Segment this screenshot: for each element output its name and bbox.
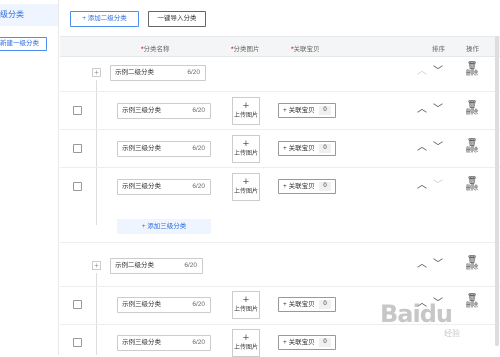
move-down-icon[interactable]: ﹀ xyxy=(432,105,444,115)
plus-icon: + xyxy=(242,176,250,188)
move-up-icon[interactable]: ︿ xyxy=(416,143,428,153)
divider xyxy=(60,242,500,243)
row-checkbox[interactable] xyxy=(73,144,82,153)
new-level1-category-button[interactable]: 新建一级分类 xyxy=(0,37,47,51)
category-name-input[interactable]: 示例三级分类 6/20 xyxy=(117,141,211,157)
baidu-watermark: Baidu 经验 xyxy=(380,300,460,338)
table-header: *分类名称 *分类图片 *关联宝贝 排序 操作 xyxy=(60,36,500,57)
add-level3-category-button[interactable]: + 添加三级分类 xyxy=(117,219,211,234)
sidebar: 级分类 新建一级分类 xyxy=(0,0,59,355)
move-down-icon[interactable]: ﹀ xyxy=(432,143,444,153)
linked-count-badge: 0 xyxy=(319,338,331,347)
header-sort: 排序 xyxy=(432,46,445,53)
delete-button[interactable]: 🗑 删除 xyxy=(464,138,480,155)
header-image: *分类图片 xyxy=(231,46,260,53)
delete-button[interactable]: 🗑 删除 xyxy=(464,255,480,272)
trash-icon: 🗑 xyxy=(466,100,478,109)
upload-image-button[interactable]: + 上传图片 xyxy=(232,291,260,319)
trash-icon: 🗑 xyxy=(466,255,478,264)
trash-icon: 🗑 xyxy=(466,138,478,147)
move-up-icon[interactable]: ︿ xyxy=(416,105,428,115)
category-name-input[interactable]: 示例三级分类 6/20 xyxy=(117,179,211,195)
link-items-button[interactable]: + 关联宝贝 0 xyxy=(278,103,336,118)
category-name-input[interactable]: 示例三级分类 6/20 xyxy=(117,297,211,313)
sidebar-item-level1-category[interactable]: 级分类 xyxy=(0,4,58,26)
upload-image-button[interactable]: + 上传图片 xyxy=(232,97,260,125)
expand-icon[interactable]: + xyxy=(92,261,101,270)
header-action: 操作 xyxy=(466,46,479,53)
plus-icon: + xyxy=(242,138,250,150)
move-up-icon[interactable]: ︿ xyxy=(416,260,428,270)
move-up-icon[interactable]: ︿ xyxy=(416,67,428,77)
table-row: + 示例二级分类 6/20 ︿ ﹀ 🗑 删除 xyxy=(60,57,500,92)
add-level2-category-button[interactable]: + 添加二级分类 xyxy=(70,11,139,27)
link-items-button[interactable]: + 关联宝贝 0 xyxy=(278,141,336,156)
link-items-button[interactable]: + 关联宝贝 0 xyxy=(278,297,336,312)
category-name-input[interactable]: 示例二级分类 6/20 xyxy=(110,65,206,81)
row-checkbox[interactable] xyxy=(73,106,82,115)
expand-icon[interactable]: + xyxy=(92,68,101,77)
upload-image-button[interactable]: + 上传图片 xyxy=(232,329,260,357)
linked-count-badge: 0 xyxy=(319,300,331,309)
delete-button[interactable]: 🗑 删除 xyxy=(464,100,480,117)
move-down-icon[interactable]: ﹀ xyxy=(432,260,444,270)
linked-count-badge: 0 xyxy=(319,106,331,115)
delete-button[interactable]: 🗑 删除 xyxy=(464,176,480,193)
linked-count-badge: 0 xyxy=(319,144,331,153)
plus-icon: + xyxy=(242,294,250,306)
category-name-input[interactable]: 示例二级分类 6/20 xyxy=(110,258,203,274)
plus-icon: + xyxy=(242,332,250,344)
move-down-icon[interactable]: ﹀ xyxy=(432,67,444,77)
delete-button[interactable]: 🗑 删除 xyxy=(464,61,480,78)
scrollbar[interactable] xyxy=(495,36,499,346)
upload-image-button[interactable]: + 上传图片 xyxy=(232,173,260,201)
move-down-icon[interactable]: ﹀ xyxy=(432,181,444,191)
table-row: 示例三级分类 6/20 + 上传图片 + 关联宝贝 0 ︿ ﹀ 🗑 删除 xyxy=(60,92,500,130)
trash-icon: 🗑 xyxy=(466,61,478,70)
table-row: 示例三级分类 6/20 + 上传图片 + 关联宝贝 0 ︿ ﹀ 🗑 删除 xyxy=(60,168,500,208)
link-items-button[interactable]: + 关联宝贝 0 xyxy=(278,335,336,350)
header-name: *分类名称 xyxy=(141,46,170,53)
upload-image-button[interactable]: + 上传图片 xyxy=(232,135,260,163)
header-linked: *关联宝贝 xyxy=(291,46,320,53)
import-category-button[interactable]: 一键导入分类 xyxy=(148,11,206,27)
trash-icon: 🗑 xyxy=(466,176,478,185)
row-checkbox[interactable] xyxy=(73,300,82,309)
row-checkbox[interactable] xyxy=(73,182,82,191)
table-row: 示例三级分类 6/20 + 上传图片 + 关联宝贝 0 ︿ ﹀ 🗑 删除 xyxy=(60,130,500,168)
plus-icon: + xyxy=(242,100,250,112)
move-up-icon[interactable]: ︿ xyxy=(416,181,428,191)
row-checkbox[interactable] xyxy=(73,338,82,347)
link-items-button[interactable]: + 关联宝贝 0 xyxy=(278,179,336,194)
linked-count-badge: 0 xyxy=(319,182,331,191)
category-name-input[interactable]: 示例三级分类 6/20 xyxy=(117,335,211,351)
table-row: + 示例二级分类 6/20 ︿ ﹀ 🗑 删除 xyxy=(60,249,500,287)
category-name-input[interactable]: 示例三级分类 6/20 xyxy=(117,103,211,119)
